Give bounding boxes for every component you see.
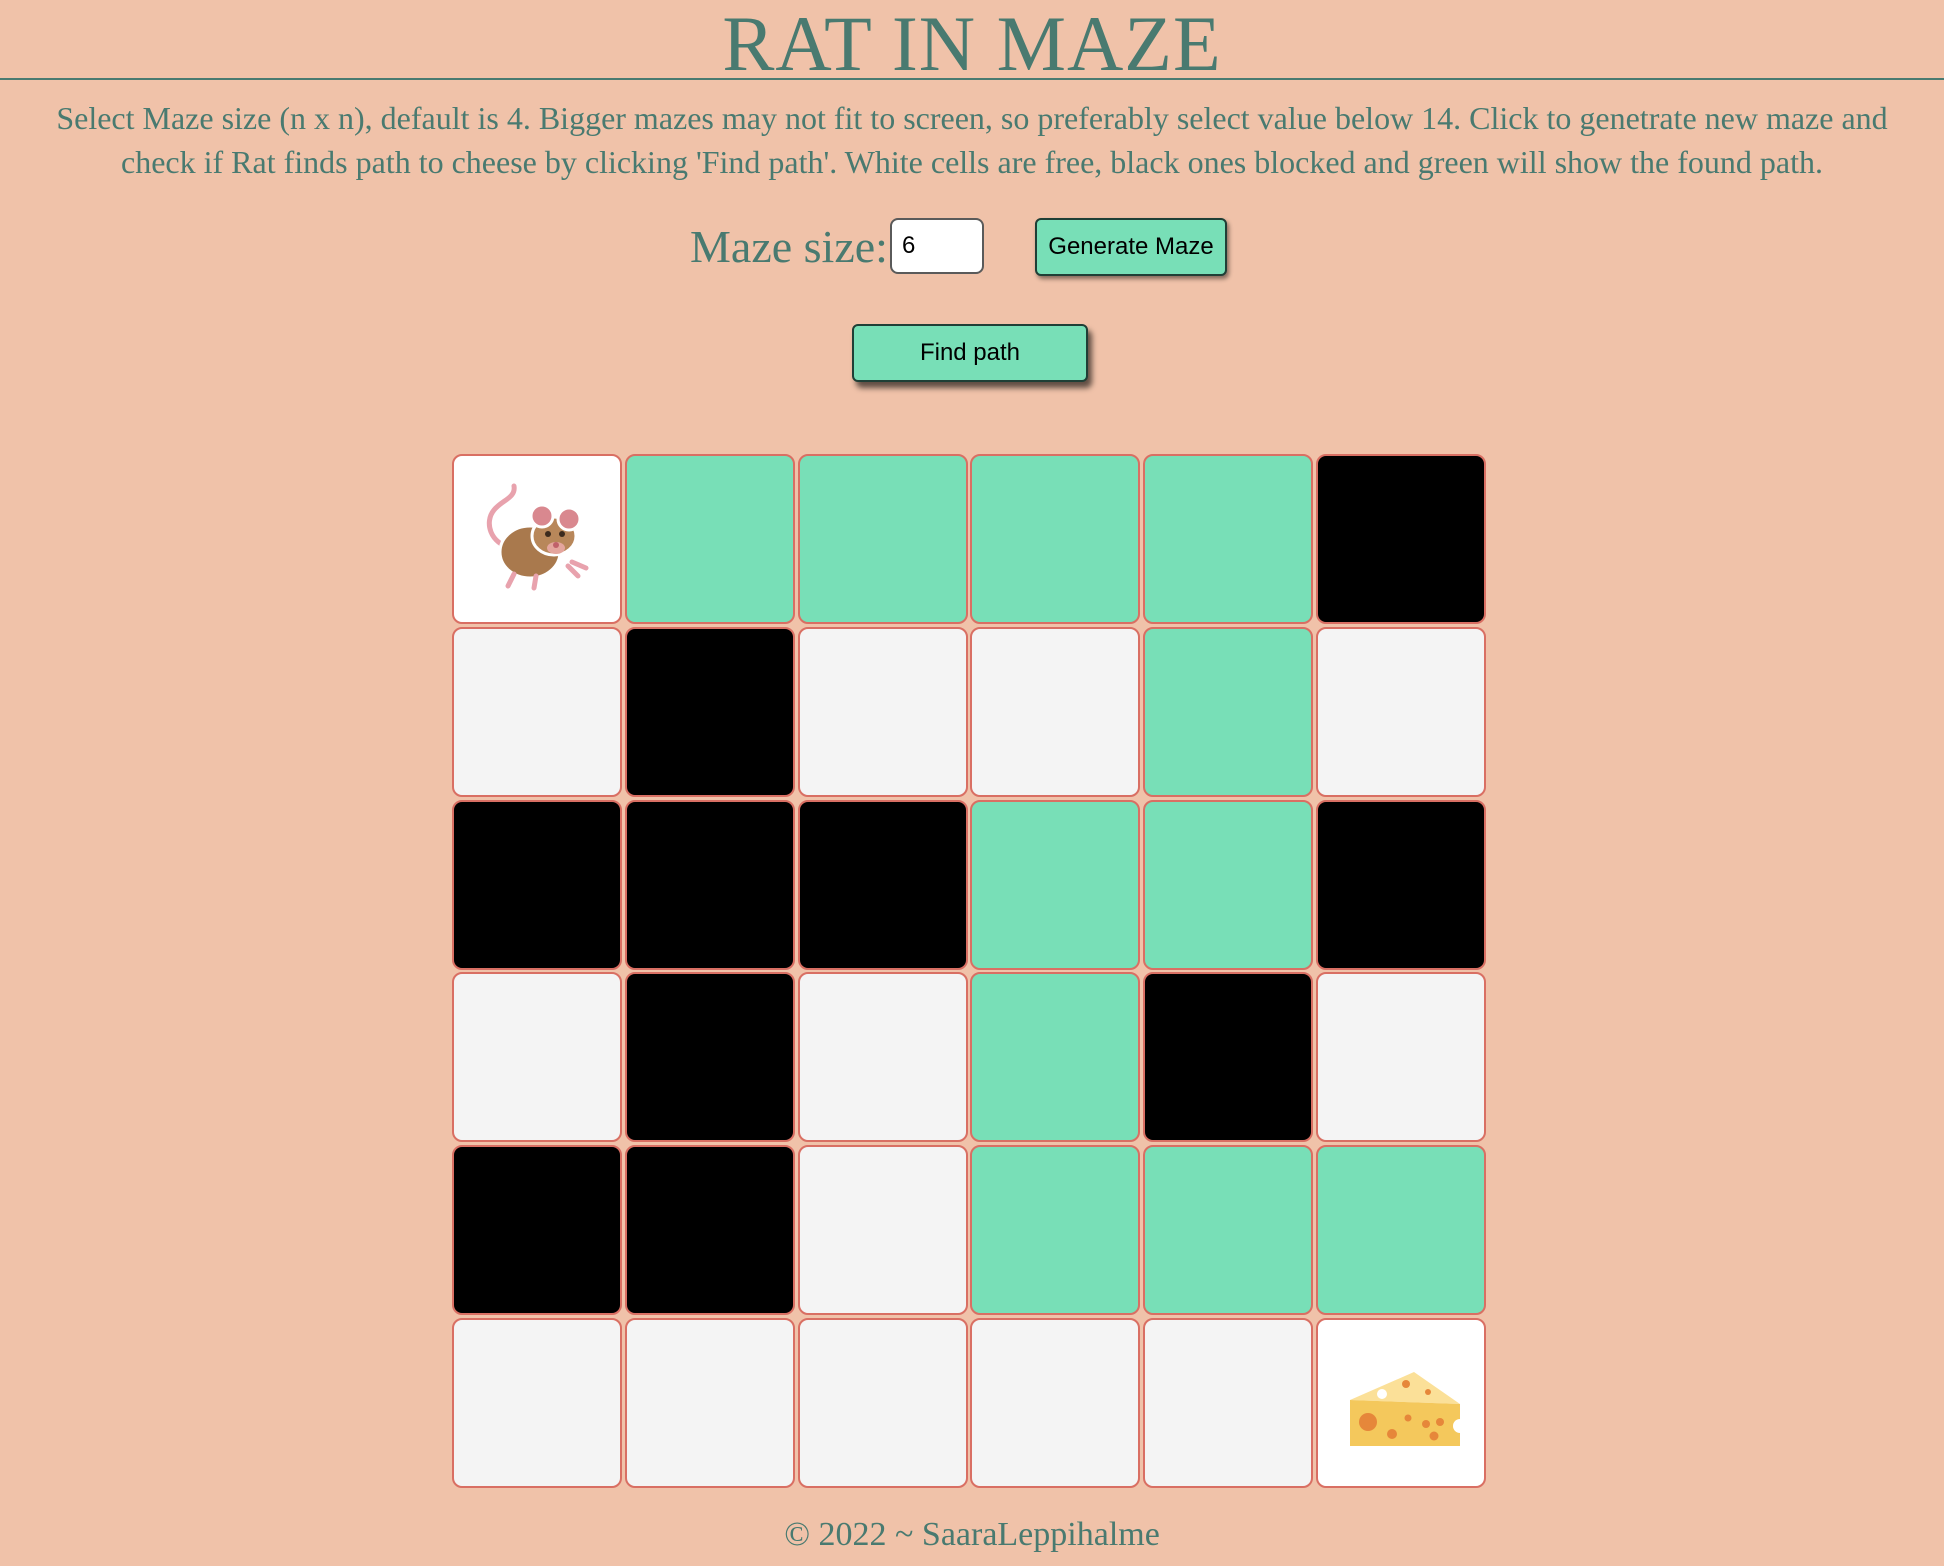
maze-cell-blocked [624, 799, 795, 970]
maze-cell-free [452, 972, 622, 1143]
maze-cell-blocked [1143, 972, 1314, 1143]
maze-cell-free [1315, 626, 1486, 797]
maze-cell-blocked [452, 799, 622, 970]
rat-icon [487, 483, 589, 591]
maze-cell-blocked [624, 972, 795, 1143]
maze-cell-path [970, 1145, 1141, 1316]
find-path-button[interactable]: Find path [852, 324, 1088, 382]
maze-cell-free [1143, 1317, 1314, 1488]
maze-cell-blocked [624, 1145, 795, 1316]
maze-cell-free [452, 626, 622, 797]
maze-cell-path [1143, 1145, 1314, 1316]
maze-cell-path [1315, 1145, 1486, 1316]
maze-cell-path [1143, 626, 1314, 797]
maze-grid [452, 454, 1488, 1490]
maze-cell-path [970, 454, 1141, 624]
maze-cell-free [452, 1317, 622, 1488]
maze-cell-free [1315, 972, 1486, 1143]
maze-cell-free [624, 1317, 795, 1488]
maze-controls: Maze size: [0, 218, 1944, 276]
maze-cell-path [1143, 454, 1314, 624]
instructions-text: Select Maze size (n x n), default is 4. … [56, 100, 1888, 180]
maze-cell-blocked [1315, 454, 1486, 624]
cheese-icon [1349, 1371, 1466, 1446]
maze-cell-blocked [1315, 799, 1486, 970]
maze-size-label: Maze size: [690, 221, 888, 272]
maze-size-input[interactable] [890, 218, 984, 274]
maze-cell-free [797, 1317, 968, 1488]
maze-cell-path [797, 454, 968, 624]
page-title: RAT IN MAZE [722, 0, 1222, 87]
maze-cell-blocked [624, 626, 795, 797]
maze-cell-free [797, 972, 968, 1143]
maze-cell-path [624, 454, 795, 624]
maze-cell-blocked [452, 1145, 622, 1316]
maze-cell-free [797, 1145, 968, 1316]
maze-cell-start [452, 454, 622, 624]
maze-cell-path [970, 799, 1141, 970]
maze-cell-blocked [797, 799, 968, 970]
maze-cell-free [970, 1317, 1141, 1488]
page-header: RAT IN MAZE [0, 0, 1944, 87]
maze-cell-goal [1315, 1317, 1486, 1488]
maze-cell-free [797, 626, 968, 797]
maze-cell-free [970, 626, 1141, 797]
footer-copyright: © 2022 ~ SaaraLeppihalme [784, 1516, 1160, 1553]
maze-cell-path [970, 972, 1141, 1143]
maze-cell-path [1143, 799, 1314, 970]
generate-maze-button[interactable]: Generate Maze [1035, 218, 1227, 276]
